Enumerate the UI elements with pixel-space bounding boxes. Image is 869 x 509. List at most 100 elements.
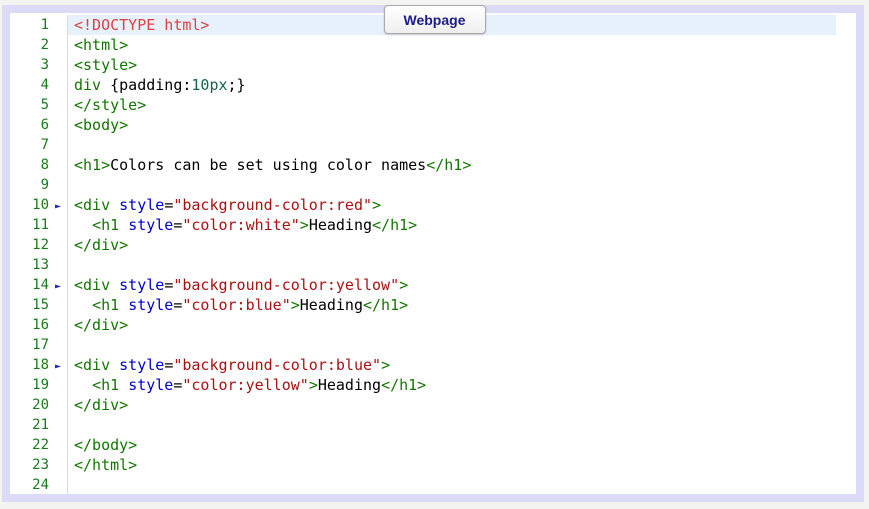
- line-number: 18: [32, 357, 49, 373]
- line-gutter: 22: [10, 435, 68, 455]
- line-number: 6: [40, 117, 49, 133]
- line-number: 9: [40, 177, 49, 193]
- code-line-text[interactable]: [68, 475, 836, 494]
- line-gutter: 16: [10, 315, 68, 335]
- line-number: 11: [32, 217, 49, 233]
- line-gutter: 3: [10, 55, 68, 75]
- code-line-text[interactable]: </body>: [68, 435, 836, 455]
- code-line-text[interactable]: [68, 415, 836, 435]
- line-number: 24: [32, 477, 49, 493]
- code-line-text[interactable]: [68, 255, 836, 275]
- line-number: 5: [40, 97, 49, 113]
- fold-marker-icon[interactable]: ►: [55, 357, 61, 377]
- code-line[interactable]: 2 <html>: [10, 35, 836, 55]
- fold-marker-icon[interactable]: ►: [55, 277, 61, 297]
- code-line[interactable]: 6 <body>: [10, 115, 836, 135]
- code-line[interactable]: 9: [10, 175, 836, 195]
- editor-frame: 1 <!DOCTYPE html> 2 <html> 3 <style> 4 div {pad…: [2, 5, 864, 502]
- code-line-text[interactable]: <body>: [68, 115, 836, 135]
- line-gutter: 14 ►: [10, 275, 68, 295]
- line-gutter: 20: [10, 395, 68, 415]
- code-line[interactable]: 21: [10, 415, 836, 435]
- line-number: 16: [32, 317, 49, 333]
- line-gutter: 1: [10, 15, 68, 35]
- code-line-text[interactable]: </html>: [68, 455, 836, 475]
- line-gutter: 5: [10, 95, 68, 115]
- code-line[interactable]: 3 <style>: [10, 55, 836, 75]
- line-number: 3: [40, 57, 49, 73]
- code-line-text[interactable]: <h1 style="color:yellow">Heading</h1>: [68, 375, 836, 395]
- line-gutter: 17: [10, 335, 68, 355]
- line-number: 2: [40, 37, 49, 53]
- code-line-text[interactable]: </style>: [68, 95, 836, 115]
- line-gutter: 24: [10, 475, 68, 494]
- line-gutter: 12: [10, 235, 68, 255]
- code-line-text[interactable]: [68, 335, 836, 355]
- line-gutter: 23: [10, 455, 68, 475]
- code-line-text[interactable]: </div>: [68, 395, 836, 415]
- line-gutter: 19: [10, 375, 68, 395]
- code-line-text[interactable]: <h1 style="color:white">Heading</h1>: [68, 215, 836, 235]
- code-line[interactable]: 4 div {padding:10px;}: [10, 75, 836, 95]
- code-line[interactable]: 16 </div>: [10, 315, 836, 335]
- line-number: 21: [32, 417, 49, 433]
- code-line-text[interactable]: <div style="background-color:yellow">: [68, 275, 836, 295]
- fold-marker-icon[interactable]: ►: [55, 197, 61, 217]
- line-number: 23: [32, 457, 49, 473]
- code-line[interactable]: 24: [10, 475, 836, 494]
- line-number: 22: [32, 437, 49, 453]
- code-line[interactable]: 8 <h1>Colors can be set using color names…: [10, 155, 836, 175]
- code-line[interactable]: 23 </html>: [10, 455, 836, 475]
- line-number: 1: [40, 17, 49, 33]
- line-gutter: 6: [10, 115, 68, 135]
- code-line-text[interactable]: <h1 style="color:blue">Heading</h1>: [68, 295, 836, 315]
- code-line-text[interactable]: div {padding:10px;}: [68, 75, 836, 95]
- line-gutter: 21: [10, 415, 68, 435]
- line-number: 10: [32, 197, 49, 213]
- line-gutter: 7: [10, 135, 68, 155]
- code-line[interactable]: 12 </div>: [10, 235, 836, 255]
- code-line-text[interactable]: [68, 175, 836, 195]
- line-gutter: 13: [10, 255, 68, 275]
- code-line[interactable]: 5 </style>: [10, 95, 836, 115]
- code-line-text[interactable]: <h1>Colors can be set using color names<…: [68, 155, 836, 175]
- line-number: 8: [40, 157, 49, 173]
- code-line[interactable]: 10 ► <div style="background-color:red">: [10, 195, 836, 215]
- line-number: 12: [32, 237, 49, 253]
- code-line[interactable]: 22 </body>: [10, 435, 836, 455]
- code-line[interactable]: 20 </div>: [10, 395, 836, 415]
- code-line-text[interactable]: [68, 135, 836, 155]
- line-gutter: 18 ►: [10, 355, 68, 375]
- code-line[interactable]: 7: [10, 135, 836, 155]
- line-number: 14: [32, 277, 49, 293]
- code-line-text[interactable]: <div style="background-color:blue">: [68, 355, 836, 375]
- line-gutter: 11: [10, 215, 68, 235]
- code-line-text[interactable]: <div style="background-color:red">: [68, 195, 836, 215]
- line-number: 4: [40, 77, 49, 93]
- code-editor[interactable]: 1 <!DOCTYPE html> 2 <html> 3 <style> 4 div {pad…: [10, 13, 836, 494]
- tab-webpage[interactable]: Webpage: [383, 5, 486, 34]
- code-line-text[interactable]: </div>: [68, 235, 836, 255]
- code-line[interactable]: 17: [10, 335, 836, 355]
- line-number: 13: [32, 257, 49, 273]
- code-line[interactable]: 11 <h1 style="color:white">Heading</h1>: [10, 215, 836, 235]
- line-number: 15: [32, 297, 49, 313]
- line-gutter: 2: [10, 35, 68, 55]
- code-line[interactable]: 13: [10, 255, 836, 275]
- code-line[interactable]: 15 <h1 style="color:blue">Heading</h1>: [10, 295, 836, 315]
- line-number: 17: [32, 337, 49, 353]
- code-line[interactable]: 19 <h1 style="color:yellow">Heading</h1>: [10, 375, 836, 395]
- line-number: 20: [32, 397, 49, 413]
- line-gutter: 9: [10, 175, 68, 195]
- code-line[interactable]: 14 ► <div style="background-color:yellow">: [10, 275, 836, 295]
- code-line-text[interactable]: </div>: [68, 315, 836, 335]
- code-line-text[interactable]: <style>: [68, 55, 836, 75]
- line-number: 19: [32, 377, 49, 393]
- line-gutter: 10 ►: [10, 195, 68, 215]
- line-gutter: 4: [10, 75, 68, 95]
- code-line-text[interactable]: <html>: [68, 35, 836, 55]
- line-gutter: 8: [10, 155, 68, 175]
- line-gutter: 15: [10, 295, 68, 315]
- line-number: 7: [40, 137, 49, 153]
- code-line[interactable]: 18 ► <div style="background-color:blue">: [10, 355, 836, 375]
